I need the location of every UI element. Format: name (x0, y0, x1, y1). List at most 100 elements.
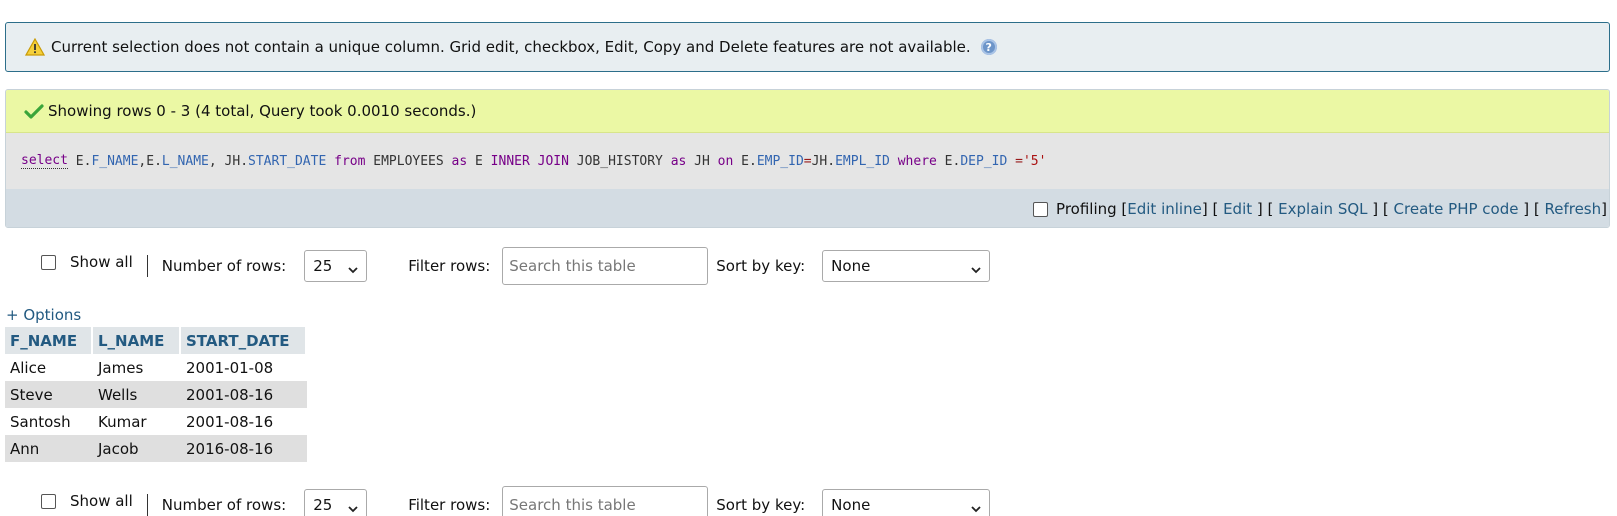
sql-token: . (240, 153, 249, 169)
divider (146, 494, 148, 516)
sort-by-key-value: None (831, 496, 871, 514)
sql-token: E (467, 153, 491, 169)
number-of-rows-value: 25 (313, 496, 333, 514)
sort-by-key-label: Sort by key: (716, 496, 806, 514)
sql-token: . (154, 153, 162, 169)
sort-by-key-select[interactable]: None (822, 489, 991, 516)
warning-icon (24, 37, 46, 56)
sql-token: E. (936, 153, 961, 169)
sql-token[interactable]: select (21, 153, 68, 169)
show-all-checkbox[interactable] (41, 493, 56, 509)
cell-f-name: Santosh (5, 408, 93, 435)
sql-token: = (1007, 153, 1023, 169)
filter-rows-label: Filter rows: (408, 257, 491, 275)
cell-l-name: Kumar (93, 408, 181, 435)
sql-token: L_NAME (161, 153, 209, 169)
profiling-checkbox[interactable] (1033, 201, 1049, 217)
chevron-down-icon (971, 500, 981, 513)
create-php-code-link[interactable]: Create PHP code (1394, 200, 1519, 218)
sql-token: F_NAME (91, 153, 139, 169)
help-icon[interactable]: ? (980, 39, 997, 55)
results-table: F_NAME L_NAME START_DATE Alice James 200… (5, 327, 307, 462)
column-header-f-name[interactable]: F_NAME (5, 327, 93, 354)
sql-token: from (334, 153, 366, 169)
cell-l-name: Wells (93, 381, 181, 408)
number-of-rows-value: 25 (313, 257, 333, 275)
number-of-rows-select[interactable]: 25 (304, 489, 368, 516)
cell-start-date: 2001-08-16 (181, 381, 307, 408)
table-row: Ann Jacob 2016-08-16 (5, 435, 307, 462)
warning-notice: Current selection does not contain a uni… (5, 22, 1610, 72)
filter-rows-input[interactable] (502, 247, 709, 285)
cell-start-date: 2016-08-16 (181, 435, 307, 462)
cell-l-name: Jacob (93, 435, 181, 462)
number-of-rows-label: Number of rows: (161, 257, 287, 275)
column-header-l-name[interactable]: L_NAME (93, 327, 181, 354)
sql-token: on (717, 153, 734, 169)
number-of-rows-label: Number of rows: (161, 496, 287, 514)
sql-token: EMP_ID (756, 153, 804, 169)
sql-token: START_DATE (248, 153, 327, 169)
sql-token: JH (224, 153, 241, 169)
sql-token: JH. (811, 153, 836, 169)
edit-link[interactable]: Edit (1223, 200, 1252, 218)
number-of-rows-select[interactable]: 25 (304, 250, 368, 282)
table-navigation-bottom: Show all Number of rows: 25 Filter rows:… (0, 486, 1000, 516)
success-text: Showing rows 0 - 3 (4 total, Query took … (48, 102, 477, 120)
column-header-start-date[interactable]: START_DATE (181, 327, 307, 354)
cell-l-name: James (93, 354, 181, 381)
success-message: Showing rows 0 - 3 (4 total, Query took … (6, 90, 1609, 133)
filter-rows-label: Filter rows: (408, 496, 491, 514)
chevron-down-icon (971, 261, 981, 274)
sql-token: JH (686, 153, 718, 169)
edit-inline-link[interactable]: Edit inline (1127, 200, 1202, 218)
checkmark-icon (24, 103, 44, 119)
sql-token: where (897, 153, 937, 169)
sql-token: JOB_HISTORY (568, 153, 671, 169)
sort-by-key-select[interactable]: None (822, 250, 991, 282)
filter-rows-input[interactable] (502, 486, 709, 516)
divider (146, 255, 148, 277)
table-navigation-top: Show all Number of rows: 25 Filter rows:… (0, 247, 1000, 285)
table-row: Alice James 2001-01-08 (5, 354, 307, 381)
sql-token: , (208, 153, 225, 169)
table-row: Steve Wells 2001-08-16 (5, 381, 307, 408)
sql-query-display: select E. F_NAME, E. L_NAME, JH. START_DATE … (6, 133, 1609, 189)
notice-text: Current selection does not contain a uni… (51, 38, 971, 56)
sql-token: . (83, 153, 92, 169)
sql-token: EMPL_ID (835, 153, 890, 169)
show-all-label: Show all (70, 492, 133, 510)
sql-token: as (670, 153, 687, 169)
query-result-panel: Showing rows 0 - 3 (4 total, Query took … (5, 89, 1610, 228)
show-all-checkbox[interactable] (41, 254, 56, 270)
sql-token: , (138, 153, 147, 169)
profiling-label: Profiling (1056, 200, 1117, 218)
show-all-label: Show all (70, 253, 133, 271)
refresh-link[interactable]: Refresh (1544, 200, 1601, 218)
sql-token: E (146, 153, 155, 169)
cell-start-date: 2001-08-16 (181, 408, 307, 435)
table-row: Santosh Kumar 2001-08-16 (5, 408, 307, 435)
cell-f-name: Steve (5, 381, 93, 408)
sql-token: = (803, 153, 812, 169)
sql-token: '5' (1022, 153, 1047, 169)
sql-token: E (75, 153, 84, 169)
options-link[interactable]: + Options (6, 306, 81, 324)
page: Current selection does not contain a uni… (0, 0, 1617, 516)
sql-token: DEP_ID (960, 153, 1008, 169)
sql-token: E. (733, 153, 757, 169)
sort-by-key-label: Sort by key: (716, 257, 806, 275)
sql-token: INNER JOIN (490, 153, 569, 169)
chevron-down-icon (348, 500, 358, 513)
chevron-down-icon (348, 261, 358, 274)
sql-token: as (451, 153, 468, 169)
query-toolbar: Profiling [Edit inline] [ Edit ] [ Expla… (6, 189, 1609, 227)
sql-token: EMPLOYEES (365, 153, 452, 169)
explain-sql-link[interactable]: Explain SQL (1278, 200, 1367, 218)
cell-f-name: Alice (5, 354, 93, 381)
sort-by-key-value: None (831, 257, 871, 275)
cell-f-name: Ann (5, 435, 93, 462)
